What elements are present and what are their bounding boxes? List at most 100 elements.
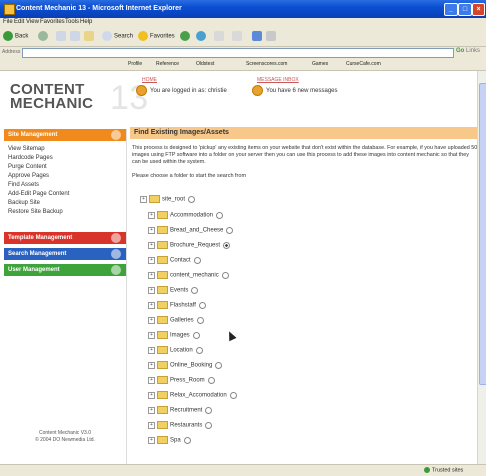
tree-folder[interactable]: + Recruitment <box>148 406 213 415</box>
tree-folder[interactable]: + Events <box>148 286 199 295</box>
link-screenscores[interactable]: Screenscores.com <box>246 61 287 67</box>
sidebar-item-purge-content[interactable]: Purge Content <box>8 164 47 170</box>
vertical-scrollbar[interactable] <box>477 71 486 464</box>
folder-radio[interactable] <box>216 211 224 219</box>
link-games[interactable]: Games <box>312 61 328 67</box>
template-management-header[interactable]: Template Management <box>4 232 126 244</box>
home-link[interactable]: HOME <box>142 77 157 83</box>
media-button[interactable] <box>180 31 192 42</box>
tree-folder[interactable]: + Spa <box>148 436 191 445</box>
tree-folder[interactable]: + Flashstaff <box>148 301 206 310</box>
folder-radio[interactable] <box>191 286 199 294</box>
tree-folder[interactable]: + content_mechanic <box>148 271 229 280</box>
favorites-button[interactable]: Favorites <box>138 31 175 42</box>
history-button[interactable] <box>196 31 208 42</box>
folder-radio[interactable] <box>195 346 203 354</box>
back-button[interactable]: Back <box>3 31 28 42</box>
folder-radio[interactable] <box>229 391 237 399</box>
expand-icon[interactable]: + <box>148 211 155 219</box>
sidebar-item-find-assets[interactable]: Find Assets <box>8 182 39 188</box>
expand-icon[interactable]: + <box>148 316 155 324</box>
folder-radio[interactable] <box>215 361 223 369</box>
tree-folder[interactable]: + Brochure_Request <box>148 241 231 250</box>
expand-icon[interactable]: + <box>148 436 155 444</box>
expand-icon[interactable]: + <box>148 421 155 429</box>
tree-folder[interactable]: + Relax_Accomodation <box>148 391 237 400</box>
tree-folder[interactable]: + Accommodation <box>148 211 224 220</box>
expand-icon[interactable]: + <box>148 271 155 279</box>
expand-icon[interactable]: + <box>148 346 155 354</box>
folder-radio-selected[interactable] <box>223 241 231 249</box>
search-button[interactable]: Search <box>102 31 133 42</box>
expand-icon[interactable]: + <box>148 331 155 339</box>
discuss-button[interactable] <box>266 31 278 42</box>
folder-radio[interactable] <box>205 406 213 414</box>
sidebar-item-backup-site[interactable]: Backup Site <box>8 200 40 206</box>
search-management-header[interactable]: Search Management <box>4 248 126 260</box>
expand-icon[interactable]: + <box>148 256 155 264</box>
tree-folder[interactable]: + Press_Room <box>148 376 215 385</box>
sidebar-item-add-edit-page-content[interactable]: Add-Edit Page Content <box>8 191 69 197</box>
expand-icon[interactable]: + <box>148 361 155 369</box>
folder-radio[interactable] <box>193 256 201 264</box>
print-button[interactable] <box>232 31 244 42</box>
expand-icon[interactable]: + <box>148 391 155 399</box>
folder-radio[interactable] <box>207 376 215 384</box>
menu-tools[interactable]: Tools <box>65 19 79 25</box>
link-cursecafe[interactable]: CurseCafe.com <box>346 61 381 67</box>
minimize-button[interactable]: _ <box>444 3 458 16</box>
folder-radio[interactable] <box>188 195 196 203</box>
stop-button[interactable] <box>56 31 68 42</box>
scrollbar-thumb[interactable] <box>479 83 486 385</box>
menu-favorites[interactable]: Favorites <box>40 19 65 25</box>
message-inbox-link[interactable]: MESSAGE INBOX <box>257 77 299 83</box>
sidebar-item-restore-site-backup[interactable]: Restore Site Backup <box>8 209 63 215</box>
folder-radio[interactable] <box>226 226 234 234</box>
sidebar-item-approve-pages[interactable]: Approve Pages <box>8 173 49 179</box>
sidebar-item-hardcode-pages[interactable]: Hardcode Pages <box>8 155 53 161</box>
expand-icon[interactable]: + <box>148 226 155 234</box>
tree-folder[interactable]: + Restaurants <box>148 421 213 430</box>
folder-radio[interactable] <box>196 316 204 324</box>
tree-root[interactable]: + site_root <box>140 195 196 204</box>
go-button[interactable]: Go Links <box>456 48 480 54</box>
folder-radio[interactable] <box>198 301 206 309</box>
site-management-header[interactable]: Site Management <box>4 129 126 141</box>
expand-icon[interactable]: + <box>140 195 147 203</box>
link-profile[interactable]: Profile <box>128 61 142 67</box>
home-button[interactable] <box>84 31 96 42</box>
forward-button[interactable] <box>38 31 50 42</box>
link-oldstest[interactable]: Oldstest <box>196 61 214 67</box>
user-management-header[interactable]: User Management <box>4 264 126 276</box>
menu-file[interactable]: File <box>3 19 13 25</box>
tree-folder[interactable]: + Images <box>148 331 200 340</box>
tree-folder[interactable]: + Contact <box>148 256 201 265</box>
menu-edit[interactable]: Edit <box>14 19 24 25</box>
link-reference[interactable]: Reference <box>156 61 179 67</box>
menu-help[interactable]: Help <box>80 19 92 25</box>
mail-button[interactable] <box>214 31 226 42</box>
back-icon <box>3 31 13 41</box>
folder-icon <box>149 195 160 203</box>
tree-folder[interactable]: + Galleries <box>148 316 204 325</box>
folder-radio[interactable] <box>221 271 229 279</box>
folder-radio[interactable] <box>192 331 200 339</box>
expand-icon[interactable]: + <box>148 286 155 294</box>
expand-icon[interactable]: + <box>148 241 155 249</box>
refresh-button[interactable] <box>70 31 82 42</box>
close-button[interactable]: × <box>472 3 485 16</box>
folder-radio[interactable] <box>205 421 213 429</box>
folder-radio[interactable] <box>183 436 191 444</box>
menu-view[interactable]: View <box>26 19 39 25</box>
edit-button[interactable] <box>252 31 264 42</box>
tree-folder[interactable]: + Online_Booking <box>148 361 223 370</box>
expand-icon[interactable]: + <box>148 376 155 384</box>
address-field[interactable] <box>22 48 454 58</box>
folder-icon <box>157 241 168 249</box>
tree-folder[interactable]: + Bread_and_Cheese <box>148 226 234 235</box>
tree-folder[interactable]: + Location <box>148 346 203 355</box>
maximize-button[interactable]: □ <box>458 3 472 16</box>
expand-icon[interactable]: + <box>148 406 155 414</box>
sidebar-item-view-sitemap[interactable]: View Sitemap <box>8 146 45 152</box>
expand-icon[interactable]: + <box>148 301 155 309</box>
